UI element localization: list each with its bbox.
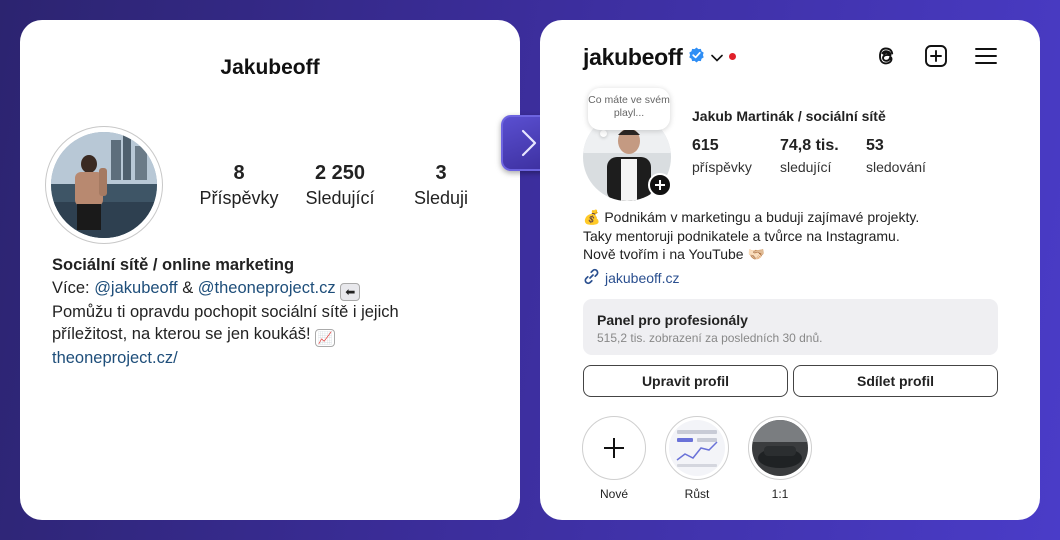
highlight-one-on-one-thumbnail [752, 420, 808, 476]
old-stat-posts[interactable]: 8 Příspěvky [198, 162, 280, 209]
profile-handle: jakubeoff [583, 44, 683, 70]
old-avatar-ring[interactable] [45, 126, 163, 244]
stat-following-value: 53 [866, 137, 884, 154]
old-bio-prefix: Více: [52, 278, 95, 297]
plus-icon [604, 438, 624, 458]
old-mention-theoneproject[interactable]: @theoneproject.cz [198, 279, 336, 297]
highlight-new-ring [582, 416, 646, 480]
profile-full-name: Jakub Martinák / sociální sítě [692, 108, 886, 124]
old-avatar [51, 132, 157, 238]
old-bio-name: Sociální sítě / online marketing [52, 256, 295, 274]
highlight-growth-ring [665, 416, 729, 480]
note-tail [600, 130, 607, 137]
highlight-one-on-one[interactable]: 1:1 [748, 416, 812, 501]
old-bio-line3-text: příležitost, na kterou se jen koukáš! [52, 325, 316, 343]
old-stat-followers-label: Sledující [305, 188, 375, 208]
add-story-plus-icon[interactable] [648, 173, 672, 197]
stat-posts-label: příspěvky [692, 159, 752, 175]
stat-following[interactable]: 53 sledování [866, 137, 926, 175]
old-stat-posts-value: 8 [233, 162, 245, 184]
highlight-one-on-one-ring [748, 416, 812, 480]
old-stat-following-value: 3 [435, 162, 447, 184]
old-stat-following-label: Sleduji [413, 188, 469, 208]
old-mention-jakubeoff[interactable]: @jakubeoff [94, 279, 177, 297]
old-username: Jakubeoff [220, 56, 320, 79]
account-switcher[interactable]: jakubeoff [583, 44, 736, 71]
old-bio-link[interactable]: theoneproject.cz/ [52, 347, 492, 370]
bio-line1: 💰 Podnikám v marketingu a buduji zajímav… [583, 209, 920, 225]
notification-dot [728, 53, 736, 60]
old-stat-posts-label: Příspěvky [199, 188, 279, 208]
note-bubble[interactable]: Co máte ve svém playl... [588, 88, 670, 130]
verified-badge-icon [688, 47, 705, 69]
old-bio-line3: příležitost, na kterou se jen koukáš! 📈 [52, 323, 492, 347]
highlight-new-label: Nové [599, 487, 628, 501]
profile-bio: 💰 Podnikám v marketingu a buduji zajímav… [583, 208, 919, 264]
threads-icon[interactable] [874, 44, 898, 68]
old-bio: Sociální sítě / online marketing Více: @… [52, 254, 492, 370]
old-profile-card: Jakubeoff 8 Příspěvky 2 250 Sledující 3 … [20, 20, 520, 520]
old-bio-line2: Pomůžu ti opravdu pochopit sociální sítě… [52, 302, 399, 321]
bio-line2: Taky mentoruji podnikatele a tvůrce na I… [583, 227, 900, 244]
link-icon [583, 268, 600, 288]
share-profile-button[interactable]: Sdílet profil [793, 365, 998, 397]
stat-following-label: sledování [866, 159, 926, 175]
chevron-down-icon [710, 49, 723, 67]
stat-posts-value: 615 [692, 137, 719, 154]
create-plus-icon[interactable] [924, 44, 948, 68]
dashboard-subtitle: 515,2 tis. zobrazení za posledních 30 dn… [597, 331, 823, 345]
profile-website-link[interactable]: jakubeoff.cz [583, 268, 679, 288]
bio-line3: Nově tvořím i na YouTube 🫱🏻‍🫲🏼 [583, 246, 765, 262]
profile-website-text: jakubeoff.cz [605, 270, 680, 286]
chart-emoji-icon: 📈 [315, 329, 336, 347]
old-stat-following[interactable]: 3 Sleduji [404, 162, 478, 209]
old-bio-line1: Více: @jakubeoff & @theoneproject.cz ⬅ [52, 277, 492, 301]
highlight-new[interactable]: Nové [582, 416, 646, 501]
old-bio-amp: & [177, 278, 198, 297]
stat-followers-value: 74,8 tis. [780, 137, 839, 154]
dashboard-title: Panel pro profesionály [597, 312, 748, 328]
highlight-growth-label: Růst [684, 487, 710, 501]
stat-posts[interactable]: 615 příspěvky [692, 137, 752, 175]
old-stat-followers[interactable]: 2 250 Sledující [302, 162, 378, 209]
highlight-one-on-one-label: 1:1 [771, 487, 789, 501]
back-arrow-emoji-icon: ⬅ [340, 282, 361, 301]
stat-followers-label: sledující [780, 159, 832, 175]
stat-followers[interactable]: 74,8 tis. sledující [780, 137, 839, 175]
edit-profile-button[interactable]: Upravit profil [583, 365, 788, 397]
top-icons [874, 44, 998, 68]
professional-dashboard[interactable]: Panel pro profesionály 515,2 tis. zobraz… [583, 299, 998, 355]
hamburger-menu-icon[interactable] [974, 44, 998, 68]
highlight-growth[interactable]: Růst [665, 416, 729, 501]
highlight-growth-thumbnail [669, 420, 725, 476]
old-stat-followers-value: 2 250 [314, 162, 366, 184]
new-profile-card: jakubeoff Co máte ve svém playl... Jakub… [540, 20, 1040, 520]
